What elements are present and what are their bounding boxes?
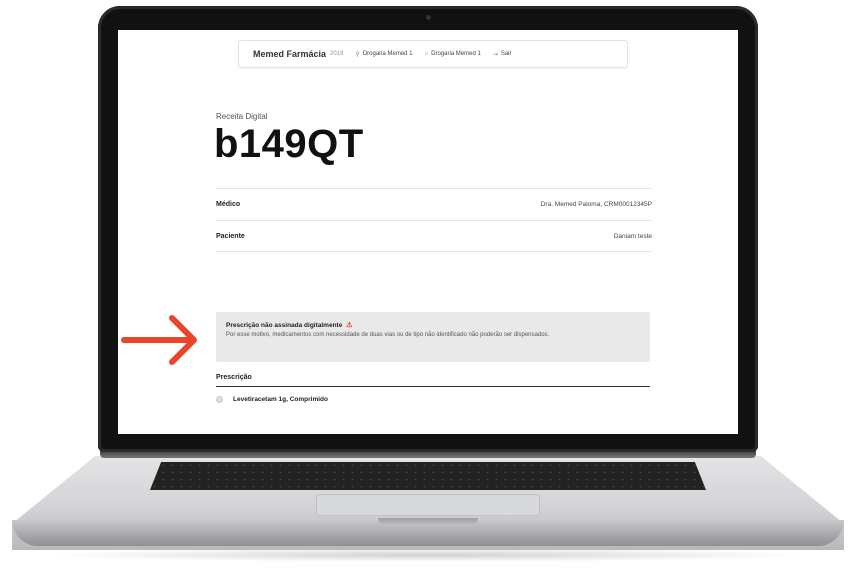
medication-bullet-icon (216, 396, 223, 403)
list-item[interactable]: Levetiracetam 1g, Comprimido (216, 396, 328, 403)
brand-name[interactable]: Memed Farmácia (253, 49, 326, 59)
medication-label: Levetiracetam 1g, Comprimido (233, 396, 328, 403)
info-label: Médico (216, 201, 241, 208)
laptop-notch (378, 518, 478, 526)
unsigned-prescription-alert: Prescrição não assinada digitalmente ⚠ P… (216, 312, 650, 362)
laptop-screen: Memed Farmácia 2019 ⚲ Drogaria Memed 1 ⌂… (118, 30, 738, 434)
user-icon: ⚲ (355, 51, 360, 58)
nav-item-label: Drogaria Memed 1 (362, 51, 413, 57)
store-icon: ⌂ (424, 51, 429, 57)
brand-year: 2019 (330, 51, 344, 57)
info-label: Paciente (216, 232, 245, 240)
annotation-arrow-icon (121, 315, 197, 365)
top-navigation-bar: Memed Farmácia 2019 ⚲ Drogaria Memed 1 ⌂… (238, 40, 628, 68)
alert-body: Por esse motivo, medicamentos com necess… (226, 332, 550, 338)
nav-item-label: Sair (500, 51, 512, 57)
nav-item-pharmacy-user[interactable]: ⚲ Drogaria Memed 1 (355, 51, 412, 58)
nav-item-pharmacy-store[interactable]: ⌂ Drogaria Memed 1 (425, 51, 481, 57)
laptop-trackpad (316, 494, 540, 516)
laptop-keyboard (150, 462, 706, 490)
page-eyebrow: Receita Digital (216, 112, 268, 121)
alert-title-line: Prescrição não assinada digitalmente ⚠ (226, 321, 640, 329)
info-row-patient: Paciente Daniam teste (216, 220, 652, 252)
laptop-shadow (40, 548, 816, 562)
warning-icon: ⚠ (346, 322, 353, 329)
info-row-doctor: Médico Dra. Memed Paloma, CRM00012345P (216, 188, 652, 220)
prescription-info-table: Médico Dra. Memed Paloma, CRM00012345P P… (216, 188, 652, 252)
prescription-code: b149QT (214, 122, 364, 166)
info-value: Daniam teste (613, 232, 652, 240)
camera-icon (426, 15, 431, 20)
nav-item-logout[interactable]: ⇥ Sair (493, 51, 512, 58)
logout-icon: ⇥ (492, 51, 498, 58)
prescription-section-title: Prescrição (216, 374, 650, 387)
nav-item-label: Drogaria Memed 1 (431, 51, 481, 57)
info-value: Dra. Memed Paloma, CRM00012345P (540, 201, 652, 208)
alert-title: Prescrição não assinada digitalmente (226, 322, 343, 329)
